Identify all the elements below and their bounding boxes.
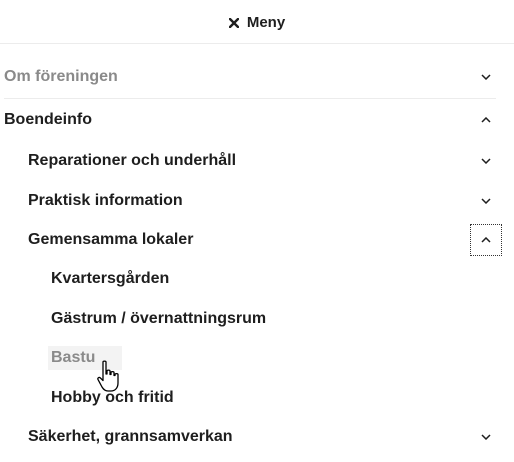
hand-pointer-cursor-icon <box>96 360 122 399</box>
nav-item-gemensamma-lokaler[interactable]: Gemensamma lokaler <box>28 229 193 251</box>
chevron-down-icon <box>481 158 491 164</box>
chevron-down-icon <box>481 434 491 440</box>
submenu-toggle-boendeinfo[interactable] <box>470 104 502 136</box>
nav-item-gastrum[interactable]: Gästrum / övernattningsrum <box>51 308 266 330</box>
nav-item-kvartersgarden[interactable]: Kvartersgården <box>51 268 169 290</box>
chevron-up-icon <box>481 237 491 243</box>
submenu-toggle-praktisk-information[interactable] <box>470 185 502 217</box>
nav-item-praktisk-information[interactable]: Praktisk information <box>28 190 183 212</box>
nav-item-sakerhet[interactable]: Säkerhet, grannsamverkan <box>28 426 233 448</box>
mobile-menu: Meny Om föreningen Boendeinfo Reparation… <box>0 0 514 462</box>
menu-close-label: Meny <box>246 14 286 31</box>
nav-item-om-foreningen[interactable]: Om föreningen <box>4 66 118 88</box>
chevron-down-icon <box>481 74 491 80</box>
chevron-down-icon <box>481 198 491 204</box>
submenu-toggle-om-foreningen[interactable] <box>470 61 502 93</box>
menu-header: Meny <box>0 0 514 44</box>
close-icon <box>228 17 239 28</box>
menu-close-button[interactable]: Meny <box>228 12 286 31</box>
divider <box>4 98 496 99</box>
nav-item-bastu[interactable]: Bastu <box>51 347 95 369</box>
nav-item-reparationer[interactable]: Reparationer och underhåll <box>28 150 236 172</box>
submenu-toggle-reparationer[interactable] <box>470 145 502 177</box>
submenu-toggle-gemensamma-lokaler[interactable] <box>470 224 502 256</box>
nav-item-boendeinfo[interactable]: Boendeinfo <box>4 109 92 131</box>
submenu-toggle-sakerhet[interactable] <box>470 421 502 453</box>
chevron-up-icon <box>481 117 491 123</box>
